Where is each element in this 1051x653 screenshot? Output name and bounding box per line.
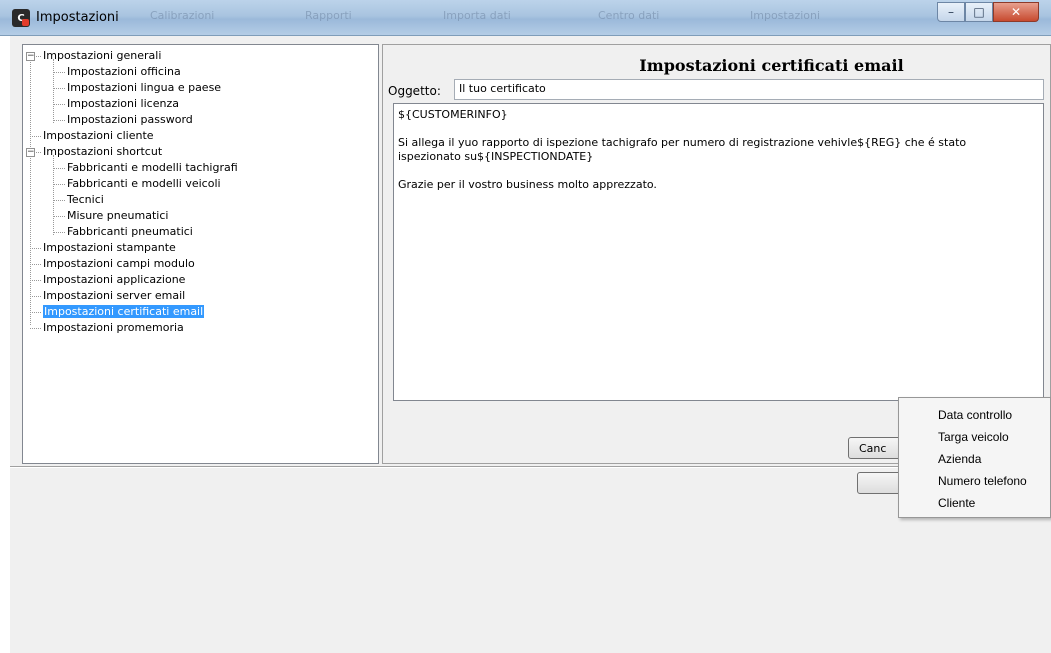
tree-item[interactable]: Impostazioni officina [23,64,378,80]
tree-item[interactable]: Fabbricanti e modelli tachigrafi [23,160,378,176]
menu-item-data-controllo[interactable]: Data controllo [899,404,1050,426]
tree-item[interactable]: Impostazioni password [23,112,378,128]
background-tab-impostazioni: Impostazioni [750,9,821,22]
page-title: Impostazioni certificati email [639,56,904,75]
tree-item-label: Tecnici [67,193,104,206]
tree-connector [53,59,54,123]
title-bar[interactable]: C Impostazioni Calibrazioni Rapporti Imp… [0,0,1051,36]
tree-item[interactable]: − Impostazioni shortcut [23,144,378,160]
tree-item-label: Impostazioni lingua e paese [67,81,222,94]
menu-item-targa-veicolo[interactable]: Targa veicolo [899,426,1050,448]
tree-item-label: Fabbricanti e modelli tachigrafi [67,161,238,174]
tree-item[interactable]: Impostazioni campi modulo [23,256,378,272]
main-area: − Impostazioni generali Impostazioni offic… [10,36,1051,466]
tree-item-label: Fabbricanti e modelli veicoli [67,177,221,190]
window-title: Impostazioni [36,10,119,25]
background-tab-centro-dati: Centro dati [598,9,660,22]
settings-tree: − Impostazioni generali Impostazioni offic… [23,45,378,336]
tree-item-label: Impostazioni server email [43,289,186,302]
tree-item[interactable]: Impostazioni applicazione [23,272,378,288]
tree-item[interactable]: Impostazioni stampante [23,240,378,256]
tree-item[interactable]: Impostazioni cliente [23,128,378,144]
tree-item[interactable]: Fabbricanti pneumatici [23,224,378,240]
placeholder-context-menu: Data controllo Targa veicolo Azienda Num… [898,397,1051,518]
background-tab-calibrazioni: Calibrazioni [150,9,215,22]
tree-item-label: Impostazioni stampante [43,241,176,254]
menu-item-azienda[interactable]: Azienda [899,448,1050,470]
tree-item-label: Impostazioni licenza [67,97,179,110]
tree-item[interactable]: Impostazioni licenza [23,96,378,112]
tree-item-label: Misure pneumatici [67,209,169,222]
close-icon[interactable]: ✕ [993,2,1039,22]
tree-item-label: Impostazioni generali [43,49,162,62]
tree-item-label: Fabbricanti pneumatici [67,225,193,238]
tree-item-label: Impostazioni officina [67,65,181,78]
tree-item[interactable]: Impostazioni server email [23,288,378,304]
background-tab-rapporti: Rapporti [305,9,352,22]
email-body-textarea[interactable]: ${CUSTOMERINFO} Si allega il yuo rapport… [393,103,1044,401]
tree-item-label: Impostazioni shortcut [43,145,163,158]
subject-label: Oggetto: [388,84,441,98]
tree-item[interactable]: Tecnici [23,192,378,208]
tree-connector [53,155,54,235]
tree-item-label: Impostazioni certificati email [43,305,205,318]
bottom-area [10,468,1051,653]
maximize-icon[interactable]: □ [965,2,993,22]
window-controls: – □ ✕ [937,2,1039,22]
tree-item[interactable]: Impostazioni promemoria [23,320,378,336]
collapse-icon[interactable]: − [26,52,35,61]
menu-item-cliente[interactable]: Cliente [899,492,1050,514]
tree-item[interactable]: Misure pneumatici [23,208,378,224]
subject-input[interactable]: Il tuo certificato [454,79,1044,100]
tree-connector [30,59,31,325]
tree-item-label: Impostazioni cliente [43,129,154,142]
background-tab-importa-dati: Importa dati [443,9,511,22]
minimize-icon[interactable]: – [937,2,965,22]
tree-item[interactable]: − Impostazioni generali [23,48,378,64]
tree-item[interactable]: Impostazioni lingua e paese [23,80,378,96]
tree-item-label: Impostazioni campi modulo [43,257,195,270]
tree-item-label: Impostazioni password [67,113,193,126]
tree-item[interactable]: Impostazioni certificati email [23,304,378,320]
settings-tree-panel[interactable]: − Impostazioni generali Impostazioni offic… [22,44,379,464]
menu-item-numero-telefono[interactable]: Numero telefono [899,470,1050,492]
collapse-icon[interactable]: − [26,148,35,157]
tree-item-label: Impostazioni promemoria [43,321,184,334]
tree-item[interactable]: Fabbricanti e modelli veicoli [23,176,378,192]
tree-item-label: Impostazioni applicazione [43,273,186,286]
app-logo-icon: C [12,9,30,27]
